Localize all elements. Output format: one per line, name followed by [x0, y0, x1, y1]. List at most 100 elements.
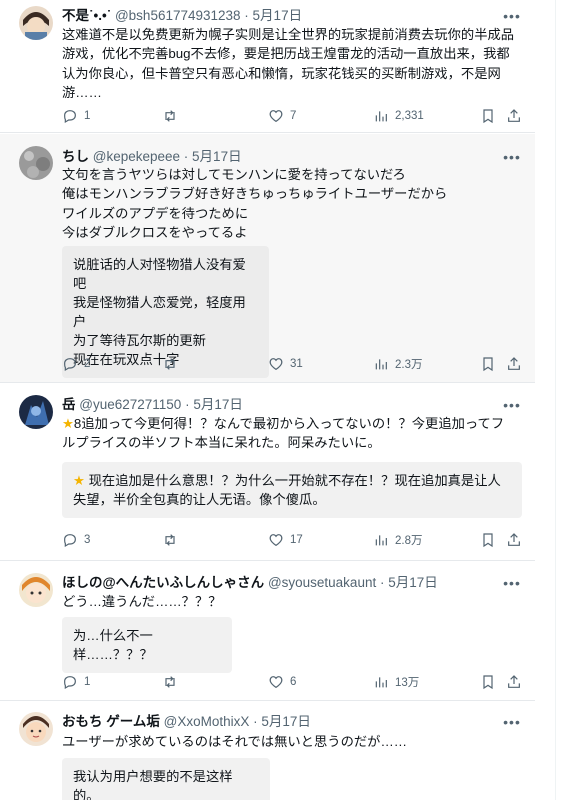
reply-button[interactable]: 3: [62, 530, 90, 550]
heart-icon: [269, 534, 283, 547]
tweet-text: どう…違うんだ……？？？: [62, 592, 522, 611]
avatar[interactable]: [19, 395, 53, 429]
text-line: 文句を言うヤツらは対してモンハンに愛を持ってないだろ: [62, 167, 406, 182]
display-name[interactable]: 不是˙•.•˙: [62, 8, 111, 23]
reply-count: 1: [84, 110, 91, 122]
like-count: 17: [290, 534, 303, 546]
reply-count: 2: [84, 358, 91, 370]
action-bar: 1 6 13万: [62, 672, 522, 692]
tweet-header: ほしの@へんたいふしんしゃさん @syousetuakaunt · 5月17日: [62, 574, 438, 591]
text-line: 认为你良心，但卡普空只有恶心和懒惰，玩家花钱买的买断制游戏，不是网: [62, 65, 501, 81]
avatar[interactable]: [19, 6, 53, 40]
translation-box: 我认为用户想要的不是这样的。: [62, 758, 270, 800]
retweet-button[interactable]: [162, 530, 178, 550]
like-button[interactable]: 17: [268, 530, 303, 550]
timestamp[interactable]: 5月17日: [388, 575, 438, 590]
reply-button[interactable]: 2: [62, 354, 90, 374]
tweet-text: 这难道不是以免费更新为幌子实则是让全世界的玩家提前消费去玩你的半成品 游戏，优化…: [62, 25, 522, 102]
retweet-button[interactable]: [162, 106, 178, 126]
translation-line: 失望，半价全包真的让人无语。像个傻瓜。: [73, 492, 326, 507]
view-count: 2.8万: [395, 535, 423, 547]
handle[interactable]: @yue627271150: [79, 397, 181, 412]
views-button[interactable]: 2,331: [373, 106, 424, 126]
avatar[interactable]: [19, 146, 53, 180]
reply-icon: [64, 110, 76, 124]
display-name[interactable]: ちし: [62, 149, 89, 164]
bookmark-button[interactable]: [480, 530, 496, 550]
reply-button[interactable]: 1: [62, 106, 90, 126]
text-line: ★8追加って今更何得！？なんで最初から入ってないの！？今更追加ってフ: [62, 416, 505, 431]
timestamp[interactable]: 5月17日: [261, 714, 311, 729]
like-count: 31: [290, 358, 303, 370]
heart-icon: [269, 676, 283, 689]
share-button[interactable]: [506, 530, 522, 550]
reply-feed: 不是˙•.•˙ @bsh561774931238 · 5月17日 ••• 这难道…: [0, 0, 564, 800]
scrollbar[interactable]: [535, 0, 564, 800]
reply-count: 1: [84, 676, 91, 688]
bookmark-button[interactable]: [480, 354, 496, 374]
text-line: 游戏，优化不完善bug不去修，要是把历战王煌雷龙的活动一直放出来，我都: [62, 46, 510, 62]
star-icon: ★: [73, 473, 85, 488]
view-count: 2,331: [395, 110, 424, 122]
handle[interactable]: @XxoMothixX: [164, 714, 250, 729]
star-icon: ★: [62, 416, 74, 431]
like-count: 7: [290, 110, 297, 122]
like-button[interactable]: 31: [268, 354, 303, 374]
separator: ·: [180, 149, 193, 164]
handle[interactable]: @kepekepeee: [93, 149, 180, 164]
timestamp[interactable]: 5月17日: [192, 149, 242, 164]
tweet[interactable]: ちし @kepekepeee · 5月17日 ••• 文句を言うヤツらは対してモ…: [0, 134, 535, 383]
bookmark-icon: [483, 357, 493, 372]
retweet-icon: [165, 534, 175, 546]
share-icon: [508, 533, 520, 546]
views-button[interactable]: 2.3万: [373, 354, 423, 374]
avatar[interactable]: [19, 573, 53, 607]
separator: ·: [249, 714, 262, 729]
timestamp[interactable]: 5月17日: [193, 397, 243, 412]
retweet-button[interactable]: [162, 672, 178, 692]
tweet-header: ちし @kepekepeee · 5月17日: [62, 148, 242, 165]
text-line: ワイルズのアプデを待つために: [62, 205, 249, 221]
tweet[interactable]: おもち ゲーム垢 @XxoMothixX · 5月17日 ••• ユーザーが求め…: [0, 702, 535, 800]
tweet-header: おもち ゲーム垢 @XxoMothixX · 5月17日: [62, 713, 311, 730]
handle[interactable]: @syousetuakaunt: [268, 575, 376, 590]
translation-box: ★ 现在追加是什么意思！？为什么一开始就不存在！？现在追加真是让人 失望，半价全…: [62, 462, 522, 518]
bookmark-icon: [483, 533, 493, 548]
translation-box: 为…什么不一样……？？？: [62, 617, 232, 673]
display-name[interactable]: おもち ゲーム垢: [62, 714, 160, 729]
bookmark-button[interactable]: [480, 672, 496, 692]
timestamp[interactable]: 5月17日: [253, 8, 303, 23]
display-name[interactable]: 岳: [62, 397, 76, 412]
translation-line: 说脏话的人对怪物猎人没有爱吧: [73, 257, 246, 291]
handle[interactable]: @bsh561774931238: [115, 8, 241, 23]
tweet[interactable]: ほしの@へんたいふしんしゃさん @syousetuakaunt · 5月17日 …: [0, 562, 535, 701]
tweet[interactable]: 岳 @yue627271150 · 5月17日 ••• ★8追加って今更何得！？…: [0, 384, 535, 561]
avatar[interactable]: [19, 712, 53, 746]
like-button[interactable]: 7: [268, 106, 296, 126]
reply-button[interactable]: 1: [62, 672, 90, 692]
views-icon: [375, 677, 387, 688]
views-icon: [375, 111, 387, 122]
retweet-button[interactable]: [162, 354, 178, 374]
text-line: 游……: [62, 84, 102, 100]
text-line: ルプライスの半ソフト本当に呆れた。阿呆みたいに。: [62, 435, 381, 451]
more-icon[interactable]: •••: [503, 715, 521, 733]
tweet[interactable]: 不是˙•.•˙ @bsh561774931238 · 5月17日 ••• 这难道…: [0, 0, 535, 133]
scroll-track: [555, 0, 556, 800]
views-button[interactable]: 13万: [373, 672, 419, 692]
heart-icon: [269, 110, 283, 123]
display-name[interactable]: ほしの@へんたいふしんしゃさん: [62, 575, 264, 590]
share-button[interactable]: [506, 672, 522, 692]
bookmark-button[interactable]: [480, 106, 496, 126]
share-button[interactable]: [506, 354, 522, 374]
translation-line: 我认为用户想要的不是这样的。: [73, 769, 233, 800]
tweet-text: 文句を言うヤツらは対してモンハンに愛を持ってないだろ 俺はモンハンラブラブ好き好…: [62, 165, 522, 242]
separator: ·: [181, 397, 194, 412]
reply-icon: [64, 534, 76, 548]
heart-icon: [269, 358, 283, 371]
view-count: 13万: [395, 677, 420, 689]
share-button[interactable]: [506, 106, 522, 126]
views-button[interactable]: 2.8万: [373, 530, 423, 550]
like-button[interactable]: 6: [268, 672, 296, 692]
bookmark-icon: [483, 675, 493, 690]
